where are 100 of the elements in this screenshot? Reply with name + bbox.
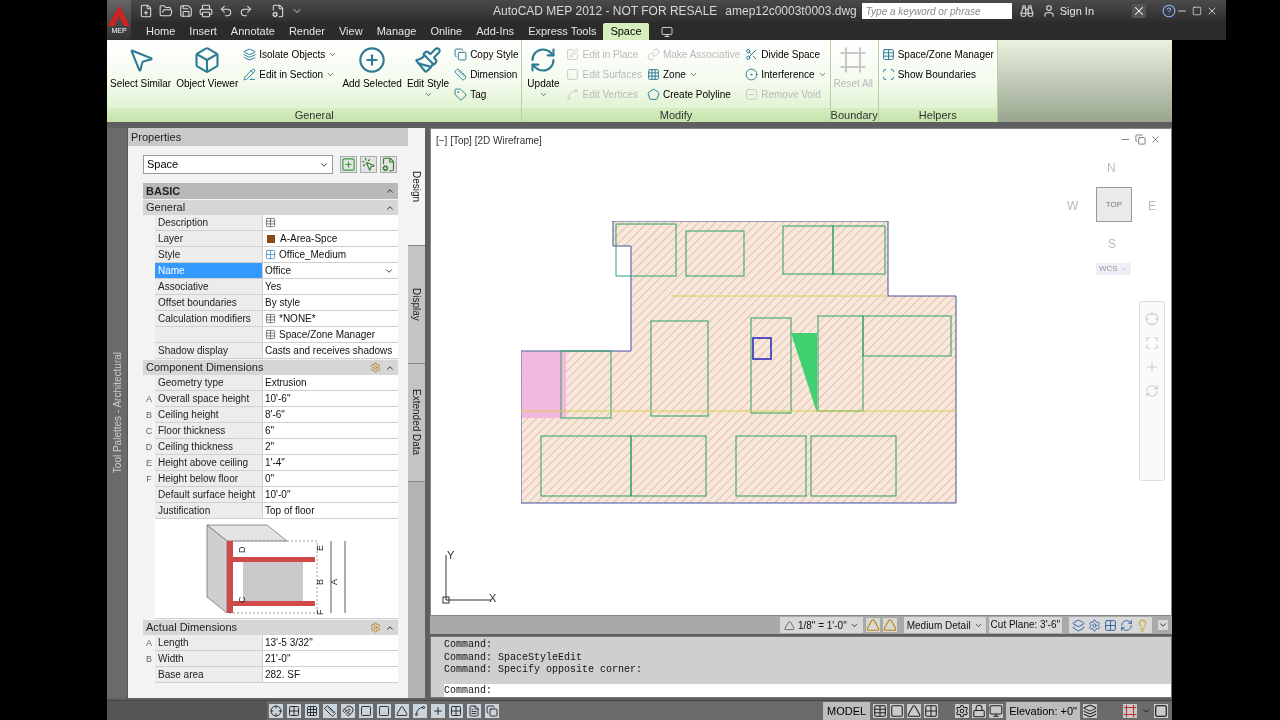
ribbon-tab[interactable]: Annotate: [223, 23, 282, 40]
ribbon-tab[interactable]: Manage: [369, 23, 424, 40]
side-tab[interactable]: Design: [408, 128, 425, 246]
viewport-icon[interactable]: [890, 703, 905, 718]
property-label[interactable]: Overall space height: [155, 391, 263, 407]
property-value[interactable]: Casts and receives shadows: [263, 343, 398, 359]
ribbon-button[interactable]: Tag: [454, 84, 519, 104]
save-icon[interactable]: [179, 4, 193, 18]
property-label[interactable]: Height above ceiling: [155, 455, 263, 471]
ribbon-button[interactable]: Isolate Objects: [243, 44, 338, 64]
ribbon-button[interactable]: Zone: [646, 64, 741, 84]
property-value[interactable]: 13'-5 3/32": [263, 635, 398, 651]
property-label[interactable]: Height below floor: [155, 471, 263, 487]
dynamic-ucs-icon[interactable]: [395, 703, 409, 718]
ribbon-button[interactable]: Show Boundaries: [881, 64, 994, 84]
new-file-icon[interactable]: [139, 4, 153, 18]
property-label[interactable]: Style: [155, 247, 263, 263]
layers-icon[interactable]: [1072, 618, 1085, 632]
lineweight-icon[interactable]: [431, 703, 445, 718]
elevation-field[interactable]: Elevation: +0": [1006, 701, 1080, 720]
property-label[interactable]: Calculation modifiers: [155, 311, 263, 327]
snap-mode-icon[interactable]: [287, 703, 301, 718]
sign-in-link[interactable]: Sign In: [1059, 2, 1094, 20]
close-box-icon[interactable]: [1132, 4, 1146, 18]
quick-properties-icon[interactable]: [467, 703, 481, 718]
ribbon-button[interactable]: Create Polyline: [646, 84, 741, 104]
grid-icon[interactable]: [305, 703, 319, 718]
viewport-label[interactable]: [−] [Top] [2D Wireframe]: [436, 133, 542, 148]
snap-tracking-icon[interactable]: [377, 703, 391, 718]
ribbon-button[interactable]: Select Similar: [110, 42, 172, 108]
scale-dropdown[interactable]: 1/8" = 1'-0": [779, 617, 863, 633]
property-value[interactable]: Extrusion: [263, 375, 398, 391]
ribbon-tab[interactable]: Space: [603, 23, 649, 40]
property-value[interactable]: 10'-0": [263, 487, 398, 503]
property-value[interactable]: Top of floor: [263, 503, 398, 519]
property-value[interactable]: 1'-4": [263, 455, 398, 471]
property-value[interactable]: Office_Medium: [263, 247, 398, 263]
restore-icon[interactable]: [1135, 134, 1146, 145]
tool-palettes-label[interactable]: Tool Palettes - Architectural: [109, 352, 125, 474]
model-button[interactable]: MODEL: [823, 701, 871, 720]
settings-icon[interactable]: [955, 703, 970, 718]
property-value[interactable]: A-Area-Spce: [263, 231, 398, 247]
property-label[interactable]: Associative: [155, 279, 263, 295]
section-header[interactable]: BASIC: [143, 183, 398, 199]
category-header[interactable]: Component Dimensions: [143, 359, 398, 375]
object-type-dropdown[interactable]: Space: [143, 155, 333, 174]
property-value[interactable]: 2": [263, 439, 398, 455]
snap-icon[interactable]: [269, 703, 283, 718]
clean-screen-icon[interactable]: [1123, 703, 1137, 718]
property-value[interactable]: 10'-6": [263, 391, 398, 407]
workspace-icon[interactable]: [271, 4, 285, 18]
ribbon-button[interactable]: Add Selected: [342, 42, 402, 108]
ribbon-button[interactable]: Interference: [745, 64, 827, 84]
close-icon[interactable]: [1206, 5, 1218, 17]
select-icon[interactable]: [360, 156, 377, 173]
ribbon-button[interactable]: Divide Space: [745, 44, 827, 64]
ribbon-tab[interactable]: Online: [423, 23, 470, 40]
ribbon-tab[interactable]: Express Tools: [521, 23, 604, 40]
command-input[interactable]: Command:: [444, 684, 1171, 697]
property-label[interactable]: Ceiling thickness: [155, 439, 263, 455]
property-value[interactable]: *NONE*: [263, 311, 398, 327]
property-label[interactable]: Justification: [155, 503, 263, 519]
property-value[interactable]: Yes: [263, 279, 398, 295]
property-label[interactable]: Offset boundaries: [155, 295, 263, 311]
property-value[interactable]: By style: [263, 295, 398, 311]
panel-icon[interactable]: [660, 26, 673, 38]
property-value[interactable]: 0": [263, 471, 398, 487]
ribbon-button[interactable]: Object Viewer: [176, 42, 239, 108]
ribbon-button[interactable]: Edit Style: [406, 42, 450, 108]
ribbon-tab[interactable]: View: [332, 23, 370, 40]
ribbon-tab[interactable]: Render: [281, 23, 332, 40]
category-header[interactable]: Actual Dimensions: [143, 619, 398, 635]
property-value[interactable]: Office: [263, 263, 398, 279]
binoculars-icon[interactable]: [1019, 4, 1034, 18]
viewcube-face[interactable]: TOP: [1096, 187, 1132, 222]
ribbon-button[interactable]: Copy Style: [454, 44, 519, 64]
annotation-icon[interactable]: [907, 703, 922, 718]
property-label[interactable]: Description: [155, 215, 263, 231]
property-label[interactable]: Ceiling height: [155, 407, 263, 423]
layout-icon[interactable]: [873, 703, 888, 718]
ribbon-tab[interactable]: Insert: [182, 23, 224, 40]
refresh-icon[interactable]: [1120, 618, 1133, 632]
side-tab[interactable]: Display: [408, 246, 425, 364]
print-icon[interactable]: [199, 4, 213, 18]
caret-icon[interactable]: [1158, 620, 1168, 630]
category-header[interactable]: General: [143, 199, 398, 215]
dynamic-input-icon[interactable]: [413, 703, 427, 718]
ribbon-tab[interactable]: Home: [139, 23, 183, 40]
quick-select-icon[interactable]: [380, 156, 397, 173]
property-label[interactable]: Floor thickness: [155, 423, 263, 439]
isolate-icon[interactable]: [1083, 703, 1097, 718]
property-label[interactable]: Length: [155, 635, 263, 651]
ribbon-button[interactable]: Space/Zone Manager: [881, 44, 994, 64]
property-value[interactable]: Space/Zone Manager: [263, 327, 398, 343]
ortho-icon[interactable]: [323, 703, 337, 718]
close-icon[interactable]: [1150, 134, 1161, 145]
add-icon[interactable]: [340, 156, 357, 173]
property-value[interactable]: 282. SF: [263, 667, 398, 683]
ribbon-tab[interactable]: Add-Ins: [469, 23, 522, 40]
layouts-icon[interactable]: [924, 703, 939, 718]
